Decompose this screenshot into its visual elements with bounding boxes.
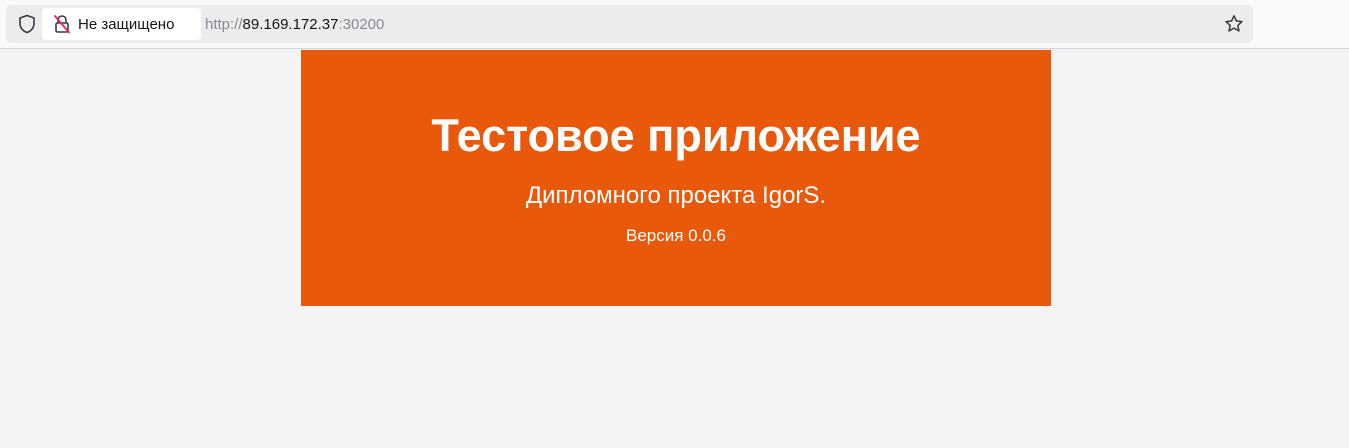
app-banner: Тестовое приложение Дипломного проекта I… [301,50,1051,306]
page-subtitle: Дипломного проекта IgorS. [525,182,827,209]
star-icon[interactable] [1223,13,1245,35]
url-host: 89.169.172.37 [242,16,339,33]
url-port: :30200 [338,16,385,33]
shield-icon[interactable] [16,13,38,35]
security-indicator[interactable]: Не защищено [42,8,201,40]
url-text[interactable]: http://89.169.172.37:30200 [205,5,384,43]
browser-toolbar: Не защищено http://89.169.172.37:30200 [0,0,1349,49]
url-scheme: http:// [205,16,243,33]
security-label: Не защищено [78,15,175,33]
address-bar[interactable]: Не защищено http://89.169.172.37:30200 [6,5,1253,43]
insecure-lock-icon [52,13,72,35]
version-label: Версия 0.0.6 [626,226,726,245]
page-title: Тестовое приложение [431,110,921,161]
